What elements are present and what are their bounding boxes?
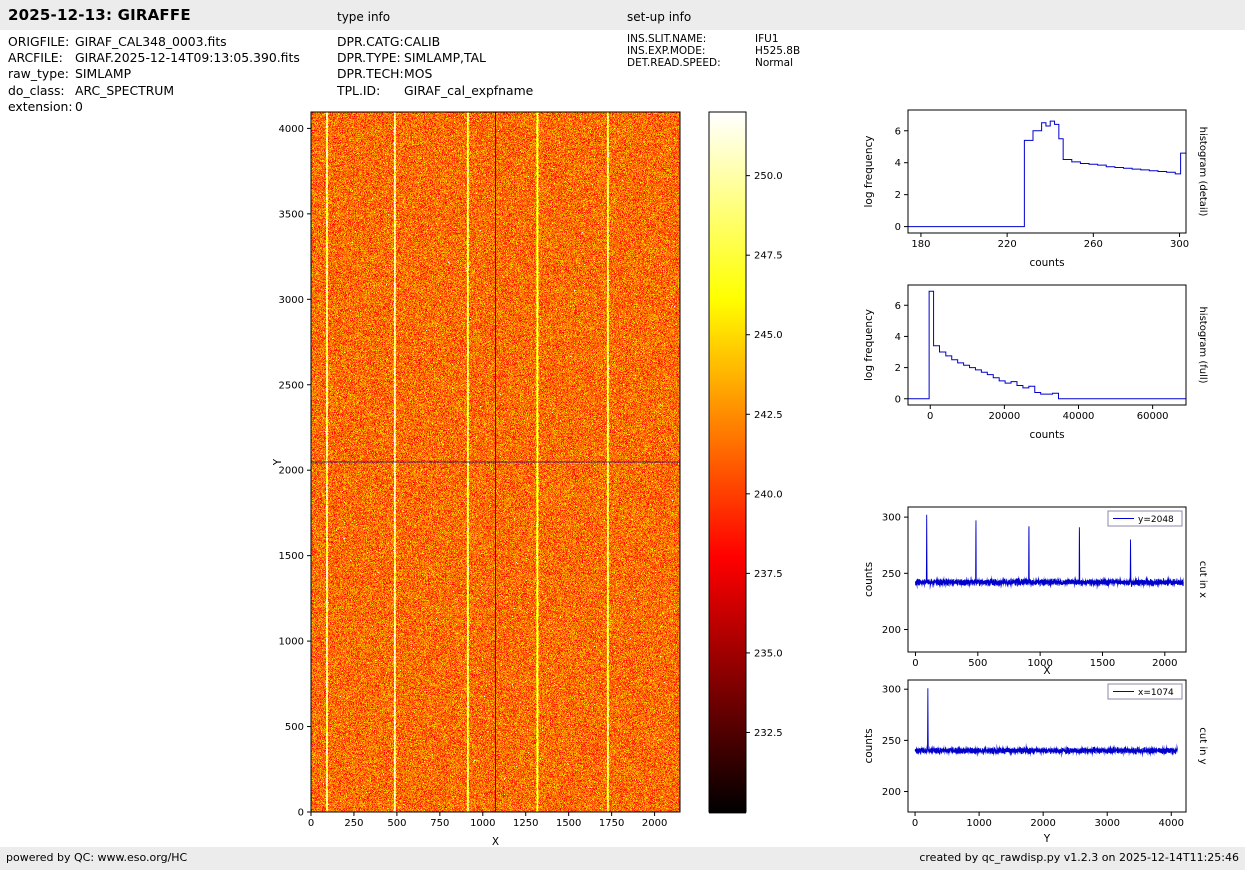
field-value: ARC_SPECTRUM	[75, 83, 174, 99]
field-label: do_class:	[8, 83, 75, 99]
field-value: GIRAF_cal_expfname	[404, 83, 533, 99]
field-value: MOS	[404, 66, 432, 82]
type-info-row: DPR.TECH:MOS	[337, 66, 533, 82]
footer-right-text: created by qc_rawdisp.py v1.2.3 on 2025-…	[919, 851, 1239, 864]
setup-info-row: DET.READ.SPEED:Normal	[627, 57, 800, 69]
file-info-row: do_class:ARC_SPECTRUM	[8, 83, 300, 99]
field-label: ORIGFILE:	[8, 34, 75, 50]
histogram-full-plot	[852, 268, 1245, 456]
type-info-row: TPL.ID:GIRAF_cal_expfname	[337, 83, 533, 99]
field-label: TPL.ID:	[337, 83, 404, 99]
field-value: SIMLAMP	[75, 66, 131, 82]
cut-in-y-plot	[852, 663, 1245, 855]
field-value: SIMLAMP,TAL	[404, 50, 486, 66]
field-value: H525.8B	[755, 45, 800, 57]
field-label: DPR.CATG:	[337, 34, 404, 50]
file-info-row: ORIGFILE:GIRAF_CAL348_0003.fits	[8, 34, 300, 50]
field-label: INS.EXP.MODE:	[627, 45, 755, 57]
field-label: DPR.TYPE:	[337, 50, 404, 66]
histogram-detail-plot	[852, 93, 1245, 285]
field-value: GIRAF_CAL348_0003.fits	[75, 34, 227, 50]
field-label: DPR.TECH:	[337, 66, 404, 82]
field-label: ARCFILE:	[8, 50, 75, 66]
colorbar	[705, 100, 820, 840]
cut-in-x-plot	[852, 490, 1245, 686]
file-info-row: raw_type:SIMLAMP	[8, 66, 300, 82]
setup-info-row: INS.EXP.MODE:H525.8B	[627, 45, 800, 57]
page-title: 2025-12-13: GIRAFFE	[8, 6, 191, 24]
type-info-row: DPR.TYPE:SIMLAMP,TAL	[337, 50, 533, 66]
type-info-row: DPR.CATG:CALIB	[337, 34, 533, 50]
setup-info-row: INS.SLIT.NAME:IFU1	[627, 33, 800, 45]
type-info-heading: type info	[337, 10, 390, 24]
field-value: CALIB	[404, 34, 440, 50]
footer-left-text: powered by QC: www.eso.org/HC	[6, 851, 187, 864]
field-value: Normal	[755, 57, 793, 69]
field-label: INS.SLIT.NAME:	[627, 33, 755, 45]
setup-info-heading: set-up info	[627, 10, 691, 24]
field-value: IFU1	[755, 33, 779, 45]
field-label: DET.READ.SPEED:	[627, 57, 755, 69]
field-value: GIRAF.2025-12-14T09:13:05.390.fits	[75, 50, 300, 66]
type-info-block: DPR.CATG:CALIB DPR.TYPE:SIMLAMP,TAL DPR.…	[337, 34, 533, 99]
field-label: extension:	[8, 99, 75, 115]
setup-info-block: INS.SLIT.NAME:IFU1 INS.EXP.MODE:H525.8B …	[627, 33, 800, 70]
footer-bar: powered by QC: www.eso.org/HC created by…	[0, 847, 1245, 870]
file-info-row: ARCFILE:GIRAF.2025-12-14T09:13:05.390.fi…	[8, 50, 300, 66]
field-value: 0	[75, 99, 83, 115]
header-bar: 2025-12-13: GIRAFFE type info set-up inf…	[0, 0, 1245, 30]
field-label: raw_type:	[8, 66, 75, 82]
main-image-plot	[255, 100, 705, 862]
